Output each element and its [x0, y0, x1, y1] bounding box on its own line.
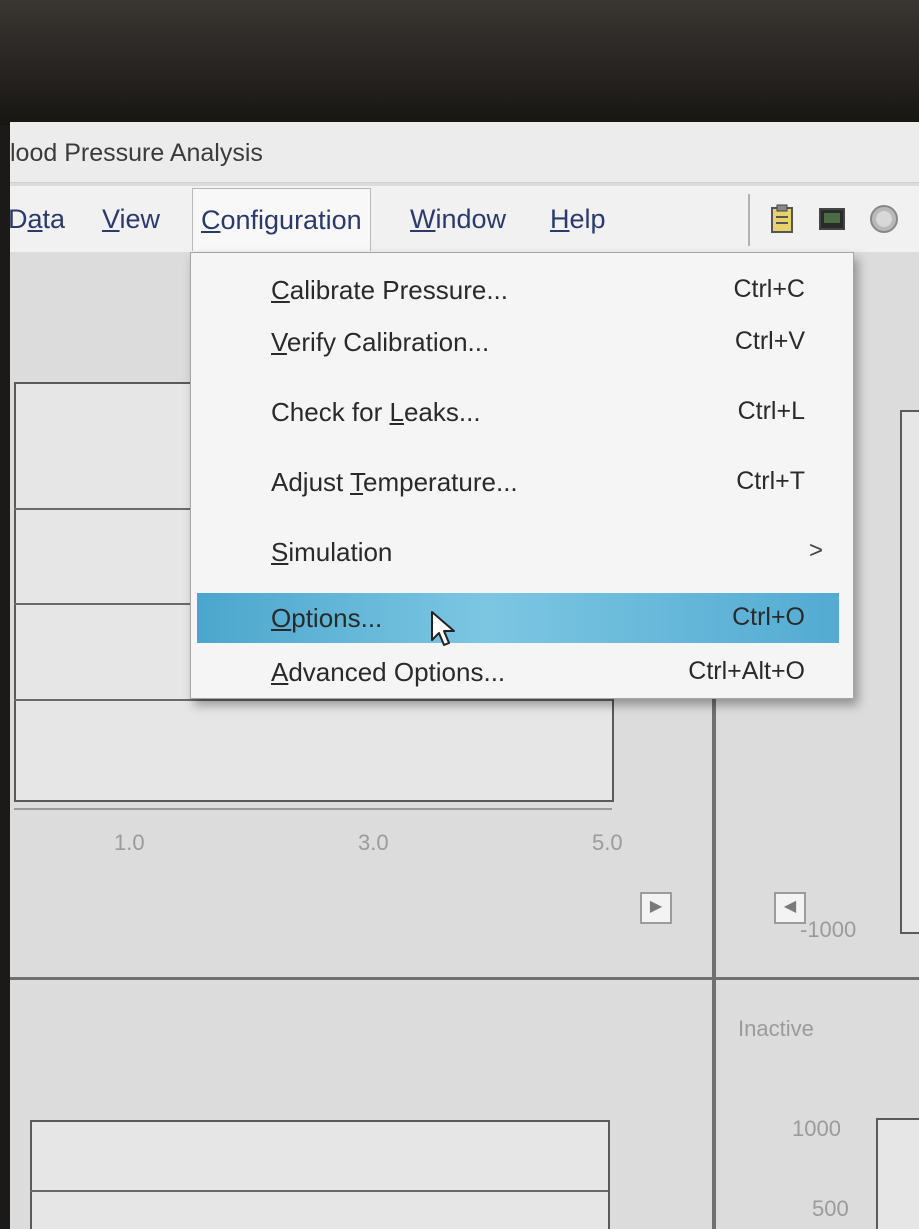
- x-tick-label: 5.0: [592, 830, 623, 855]
- mouse-pointer-icon: [431, 611, 455, 646]
- menu-item-shortcut: Ctrl+O: [732, 603, 805, 631]
- menu-item-advanced-options[interactable]: Advanced Options... Ctrl+Alt+O: [191, 647, 853, 697]
- menu-item-shortcut: Ctrl+L: [737, 397, 805, 425]
- scroll-right-button[interactable]: ▶: [640, 892, 672, 924]
- menu-item-shortcut: Ctrl+V: [734, 327, 805, 355]
- menu-item-options[interactable]: Options... Ctrl+O: [197, 593, 839, 643]
- grid-line: [30, 1190, 608, 1192]
- menu-data[interactable]: Data: [10, 204, 65, 235]
- plot-area: [30, 1120, 610, 1229]
- submenu-arrow-icon: >: [808, 537, 823, 564]
- menu-item-label: Options...: [271, 603, 383, 633]
- menu-item-label: Advanced Options...: [271, 657, 506, 687]
- x-tick-label: 3.0: [358, 830, 389, 855]
- menu-item-label: Simulation: [271, 537, 393, 567]
- toolbar-separator: [748, 194, 750, 246]
- title-bar: lood Pressure Analysis: [10, 122, 919, 183]
- menu-item-shortcut: Ctrl+Alt+O: [688, 657, 805, 685]
- y-tick-label: -1000: [800, 917, 857, 942]
- plot-area: [876, 1118, 919, 1229]
- monitor-bezel: [0, 0, 919, 125]
- application-window: lood Pressure Analysis Data View Configu…: [10, 122, 919, 1229]
- menu-item-shortcut: Ctrl+T: [736, 467, 805, 495]
- menu-view[interactable]: View: [102, 204, 160, 235]
- menu-window[interactable]: Window: [410, 204, 506, 235]
- y-tick-label: 1000: [792, 1116, 841, 1141]
- grid-line: [14, 699, 612, 701]
- menu-item-label: Verify Calibration...: [271, 327, 490, 357]
- menu-item-adjust-temperature[interactable]: Adjust Temperature... Ctrl+T: [191, 457, 853, 507]
- y-tick-label: 500: [812, 1196, 849, 1221]
- monitor-icon[interactable]: [818, 204, 846, 234]
- plot-area: [900, 410, 919, 934]
- menu-help[interactable]: Help: [550, 204, 606, 235]
- photo-frame: lood Pressure Analysis Data View Configu…: [0, 0, 919, 1229]
- menu-item-label: Adjust Temperature...: [271, 467, 518, 497]
- x-tick-label: 1.0: [114, 830, 145, 855]
- menu-item-shortcut: Ctrl+C: [733, 275, 805, 303]
- menu-item-label: Check for Leaks...: [271, 397, 481, 427]
- clipboard-icon[interactable]: [768, 204, 796, 234]
- menu-item-label: Calibrate Pressure...: [271, 275, 508, 305]
- lower-right-plot-panel: Inactive 1000 500: [716, 980, 919, 1229]
- x-axis-line: [14, 808, 612, 810]
- window-title: lood Pressure Analysis: [10, 139, 263, 167]
- lower-left-plot-panel: [10, 980, 710, 1229]
- menu-item-simulation[interactable]: Simulation >: [191, 527, 853, 577]
- scroll-left-button[interactable]: ◀: [774, 892, 806, 924]
- menu-item-calibrate-pressure[interactable]: Calibrate Pressure... Ctrl+C: [191, 265, 853, 315]
- menu-bar: Data View Configuration Window Help: [10, 186, 919, 252]
- menu-item-verify-calibration[interactable]: Verify Calibration... Ctrl+V: [191, 317, 853, 367]
- menu-item-check-for-leaks[interactable]: Check for Leaks... Ctrl+L: [191, 387, 853, 437]
- stop-icon[interactable]: [868, 204, 900, 234]
- menu-configuration[interactable]: Configuration: [192, 188, 371, 251]
- configuration-dropdown-menu: Calibrate Pressure... Ctrl+C Verify Cali…: [190, 252, 854, 699]
- status-label: Inactive: [738, 1016, 814, 1041]
